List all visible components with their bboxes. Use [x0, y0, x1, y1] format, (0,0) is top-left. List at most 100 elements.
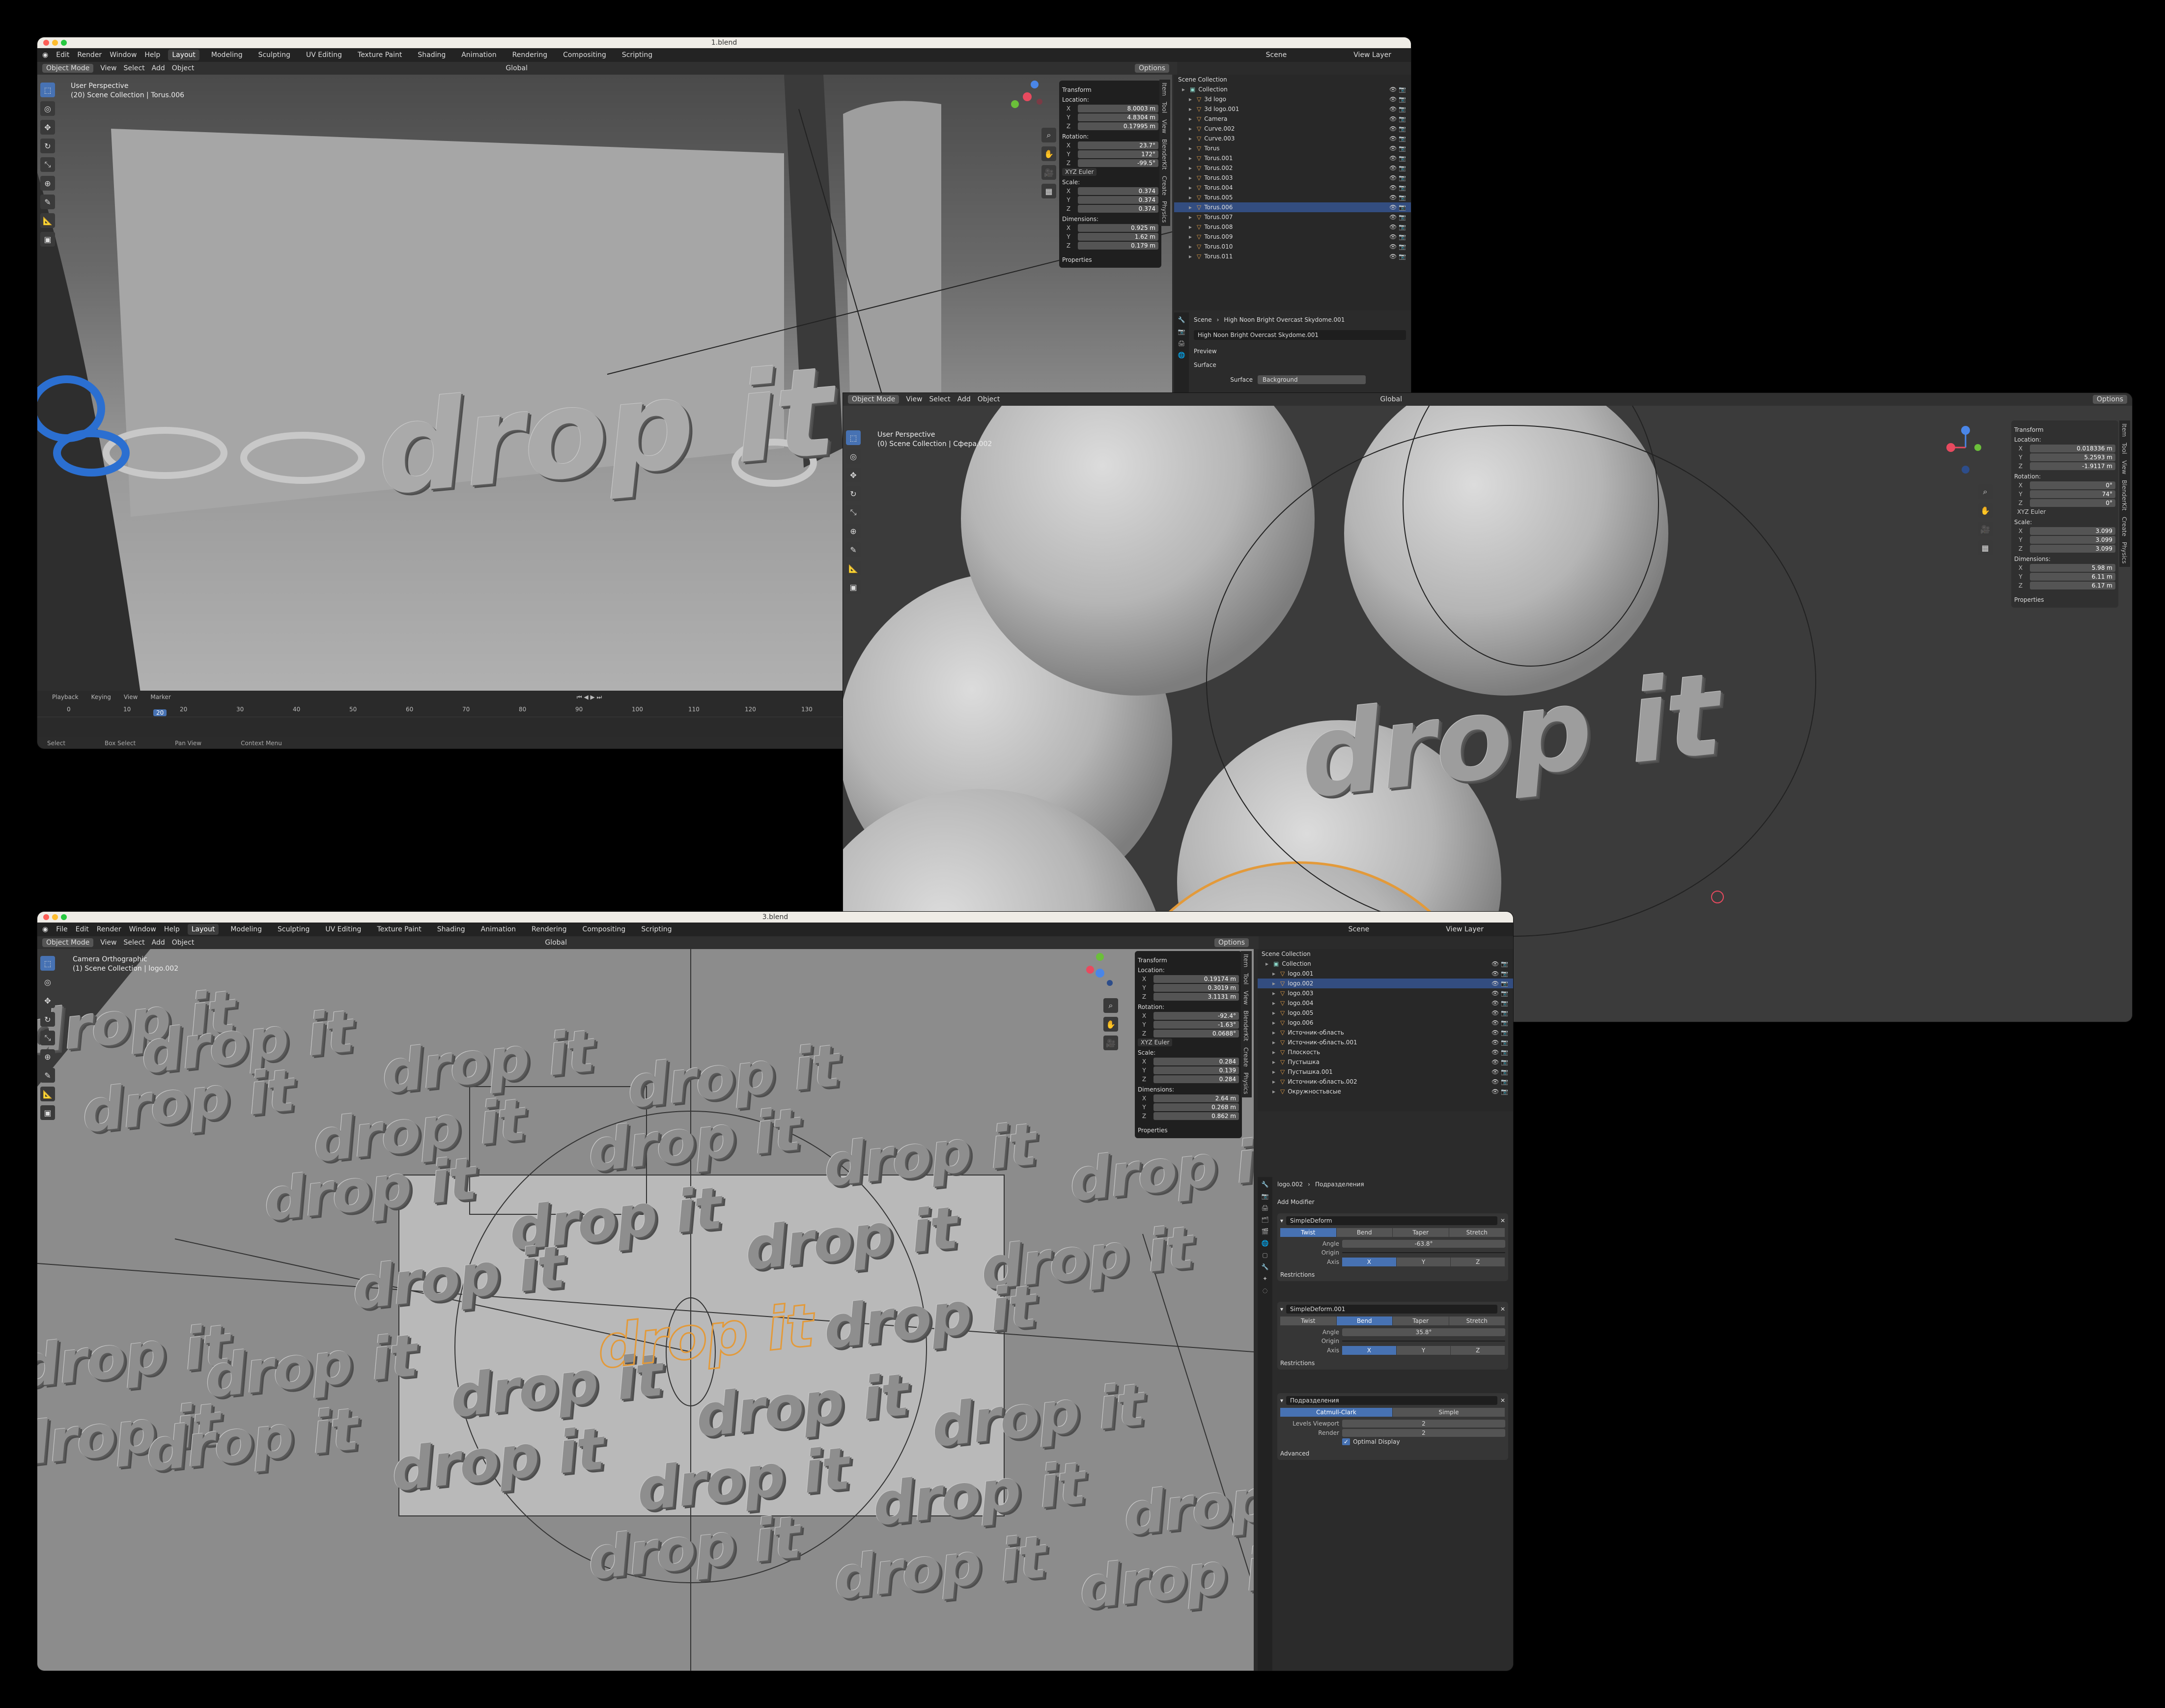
visibility-toggle-icon[interactable]: 👁 📷 [1389, 174, 1406, 181]
outliner-item[interactable]: ▸ ▽ Окружностьвсые 👁 📷 [1258, 1087, 1513, 1096]
camera-view-icon[interactable]: 🎥 [1041, 165, 1056, 180]
visibility-toggle-icon[interactable]: 👁 📷 [1389, 233, 1406, 240]
outliner-item[interactable]: ▸ ▽ logo.004 👁 📷 [1258, 998, 1513, 1008]
perspective-toggle-icon[interactable]: ▦ [1978, 540, 1993, 555]
outliner-item[interactable]: ▸ ▽ Torus.011 👁 📷 [1174, 252, 1411, 261]
outliner-item[interactable]: ▸ ▽ logo.002 👁 📷 [1258, 979, 1513, 988]
tab-physics[interactable]: Physics [1241, 1069, 1251, 1097]
visibility-toggle-icon[interactable]: 👁 📷 [1389, 224, 1406, 230]
axis-y[interactable]: Y [1396, 1346, 1451, 1355]
tab-physics[interactable]: Physics [2119, 539, 2129, 566]
measure-tool-icon[interactable]: 📐 [40, 1087, 55, 1101]
tab-texture-paint[interactable]: Texture Paint [373, 924, 425, 935]
visibility-toggle-icon[interactable]: 👁 📷 [1491, 1009, 1508, 1016]
outliner-item[interactable]: ▸ ▽ Torus.006 👁 📷 [1174, 202, 1411, 212]
properties-subpanel[interactable]: Properties [1138, 1127, 1239, 1134]
scale-tool-icon[interactable]: ⤡ [40, 1031, 55, 1045]
scale-x-field[interactable]: 0.374 [1078, 187, 1158, 195]
menu-view[interactable]: View [906, 395, 922, 403]
expand-arrow-icon[interactable]: ▸ [1189, 145, 1194, 152]
select-box-tool-icon[interactable]: ⬚ [846, 430, 861, 445]
rotate-tool-icon[interactable]: ↻ [846, 486, 861, 501]
dimensions-z-field[interactable]: 6.17 m [2030, 582, 2115, 589]
mode-twist[interactable]: Twist [1280, 1228, 1336, 1237]
navigation-gizmo[interactable] [1005, 75, 1049, 119]
outliner-item[interactable]: ▸ ▽ Torus.005 👁 📷 [1174, 193, 1411, 202]
visibility-toggle-icon[interactable]: 👁 📷 [1491, 1088, 1508, 1095]
dimensions-y-field[interactable]: 0.268 m [1153, 1103, 1239, 1111]
dimensions-z-field[interactable]: 0.179 m [1078, 242, 1158, 250]
expand-arrow-icon[interactable]: ▸ [1189, 224, 1194, 230]
tab-blenderkit[interactable]: BlenderKit [2119, 477, 2129, 513]
properties-subpanel[interactable]: Properties [1062, 256, 1158, 263]
restrictions-subpanel[interactable]: Restrictions [1280, 1271, 1505, 1278]
rotation-mode-select[interactable]: XYZ Euler [1062, 168, 1097, 176]
playback-controls[interactable]: ⏮ ◀ ▶ ⏭ [577, 694, 602, 701]
visibility-toggle-icon[interactable]: 👁 📷 [1491, 1068, 1508, 1075]
outliner-item[interactable]: ▸ ▽ Пустышка 👁 📷 [1258, 1057, 1513, 1067]
rotation-x-field[interactable]: 23.7° [1078, 141, 1158, 149]
rotation-mode-select[interactable]: XYZ Euler [1138, 1038, 1173, 1046]
visibility-toggle-icon[interactable]: 👁 📷 [1389, 135, 1406, 142]
dimensions-y-field[interactable]: 1.62 m [1078, 233, 1158, 241]
tab-item[interactable]: Item [2119, 420, 2129, 440]
tab-shading[interactable]: Shading [414, 50, 450, 60]
properties-subpanel[interactable]: Properties [2014, 596, 2115, 603]
angle-field[interactable]: -63.8° [1342, 1240, 1505, 1248]
outliner-item[interactable]: ▸ ▽ Camera 👁 📷 [1174, 114, 1411, 124]
visibility-toggle-icon[interactable]: 👁 📷 [1491, 970, 1508, 977]
pan-hand-icon[interactable]: ✋ [1978, 503, 1993, 518]
expand-arrow-icon[interactable]: ▸ [1272, 1078, 1277, 1085]
location-x-field[interactable]: 8.0003 m [1078, 105, 1158, 112]
visibility-toggle-icon[interactable]: 👁 📷 [1389, 184, 1406, 191]
rotation-y-field[interactable]: 74° [2030, 490, 2115, 498]
axis-x[interactable]: X [1342, 1346, 1396, 1355]
scale-x-field[interactable]: 3.099 [2030, 527, 2115, 535]
restrictions-subpanel[interactable]: Restrictions [1280, 1360, 1505, 1367]
outliner-item[interactable]: ▸ ▽ Curve.002 👁 📷 [1174, 124, 1411, 134]
close-icon[interactable]: ✕ [1500, 1306, 1505, 1313]
cursor-tool-icon[interactable]: ◎ [846, 449, 861, 464]
tab-sculpting[interactable]: Sculpting [254, 50, 294, 60]
levels-viewport-field[interactable]: 2 [1342, 1420, 1505, 1428]
tab-view[interactable]: View [2119, 457, 2129, 477]
expand-arrow-icon[interactable]: ▸ [1182, 86, 1187, 93]
close-icon[interactable]: ✕ [1500, 1397, 1505, 1404]
tab-compositing[interactable]: Compositing [559, 50, 610, 60]
tab-view[interactable]: View [1159, 116, 1169, 136]
menu-view[interactable]: View [100, 939, 116, 947]
rotation-x-field[interactable]: -92.4° [1153, 1012, 1239, 1020]
modifier-name-field[interactable]: Подразделения [1286, 1396, 1497, 1405]
expand-arrow-icon[interactable]: ▸ [1189, 165, 1194, 171]
tab-uv-editing[interactable]: UV Editing [321, 924, 365, 935]
move-tool-icon[interactable]: ✥ [40, 993, 55, 1008]
orientation-selector[interactable]: Global [1380, 395, 1402, 403]
cursor-tool-icon[interactable]: ◎ [40, 101, 55, 116]
menu-add[interactable]: Add [152, 64, 165, 72]
tab-tool[interactable]: Tool [1241, 970, 1251, 987]
mode-twist[interactable]: Twist [1280, 1316, 1336, 1325]
tab-scripting[interactable]: Scripting [637, 924, 675, 935]
cursor-tool-icon[interactable]: ◎ [40, 975, 55, 989]
outliner-item[interactable]: ▸ ▽ Torus 👁 📷 [1174, 143, 1411, 153]
menu-window[interactable]: Window [110, 51, 137, 59]
expand-arrow-icon[interactable]: ▸ [1272, 1019, 1277, 1026]
visibility-toggle-icon[interactable]: 👁 📷 [1389, 194, 1406, 201]
location-y-field[interactable]: 4.8304 m [1078, 113, 1158, 121]
angle-field[interactable]: 35.8° [1342, 1328, 1505, 1336]
axis-x[interactable]: X [1342, 1258, 1396, 1266]
scale-x-field[interactable]: 0.284 [1153, 1058, 1239, 1065]
tab-texture-paint[interactable]: Texture Paint [354, 50, 406, 60]
location-z-field[interactable]: 0.17995 m [1078, 122, 1158, 130]
tab-blenderkit[interactable]: BlenderKit [1159, 136, 1169, 172]
expand-chevron-icon[interactable]: ▾ [1280, 1397, 1283, 1404]
type-simple[interactable]: Simple [1393, 1408, 1505, 1417]
tab-create[interactable]: Create [1241, 1044, 1251, 1070]
menu-file[interactable]: File [56, 925, 67, 933]
visibility-toggle-icon[interactable]: 👁 📷 [1491, 1039, 1508, 1046]
blender-logo-icon[interactable]: ◉ [42, 51, 48, 59]
visibility-toggle-icon[interactable]: 👁 📷 [1491, 1019, 1508, 1026]
particles-props-icon[interactable]: ✦ [1263, 1275, 1267, 1282]
expand-arrow-icon[interactable]: ▸ [1272, 1000, 1277, 1007]
outliner-item[interactable]: ▸ ▽ Пустышка.001 👁 📷 [1258, 1067, 1513, 1077]
